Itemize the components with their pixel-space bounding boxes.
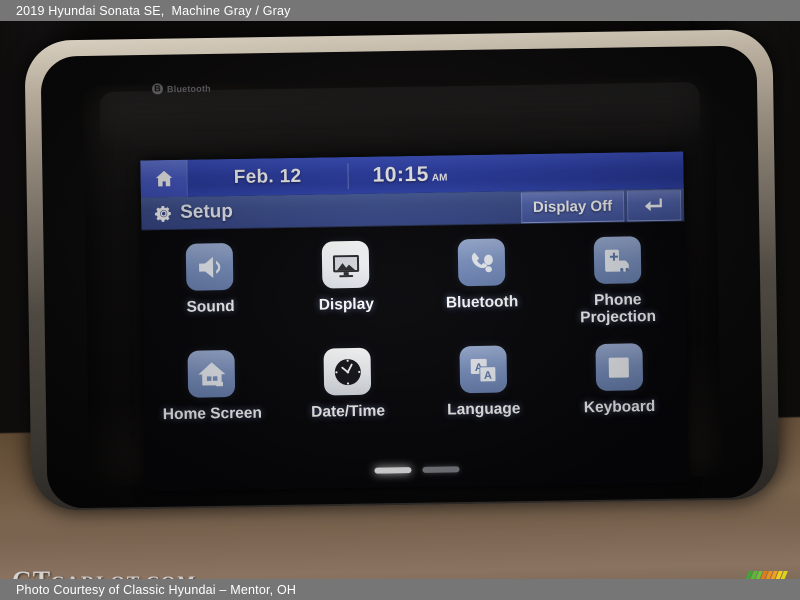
svg-text:A: A (484, 369, 492, 381)
brand-logo-mark (741, 571, 788, 579)
page-indicator[interactable] (145, 462, 688, 477)
phone-handset-icon (457, 238, 506, 287)
menu-item-home-screen[interactable]: Home Screen (143, 349, 280, 423)
back-arrow-icon (642, 195, 666, 215)
bluetooth-badge: B Bluetooth (151, 83, 211, 95)
menu-row-2: Home Screen Date/Time A A Language Keybo… (143, 342, 687, 423)
menu-row-1: Sound Display Bluetooth Phone Projection (142, 236, 686, 334)
setup-menu-grid: Sound Display Bluetooth Phone Projection… (141, 221, 689, 492)
home-icon (153, 168, 174, 189)
photo-credit: Photo Courtesy of Classic Hyundai – Ment… (16, 582, 297, 597)
menu-item-language[interactable]: A A Language (415, 345, 552, 419)
monitor-picture-icon (321, 240, 370, 289)
language-cards-icon: A A (459, 345, 508, 394)
caption-bar-bottom: Photo Courtesy of Classic Hyundai – Ment… (0, 579, 800, 600)
house-icon (187, 349, 236, 398)
caption-bar-top: 2019 Hyundai Sonata SE, Machine Gray / Gr… (0, 0, 800, 21)
vehicle-photo: B Bluetooth Feb. 12 10:15 AM Setup Displ… (0, 21, 800, 579)
menu-item-display[interactable]: Display (277, 240, 414, 331)
menu-item-phone-projection[interactable]: Phone Projection (549, 236, 686, 327)
menu-item-bluetooth[interactable]: Bluetooth (413, 238, 550, 329)
status-time-meridiem: AM (431, 171, 448, 184)
page-title: Setup (179, 200, 234, 223)
status-time-value: 10:15 (372, 162, 429, 187)
menu-label: Home Screen (162, 404, 263, 424)
home-button[interactable] (140, 159, 188, 198)
speaker-icon (186, 242, 234, 291)
bluetooth-icon: B (151, 83, 164, 95)
phone-car-icon (593, 236, 642, 285)
menu-label: Display (318, 295, 375, 314)
watermark-gt: GT (12, 566, 51, 579)
keyboard-square-icon (595, 343, 643, 392)
menu-label: Keyboard (583, 398, 656, 417)
vehicle-title: 2019 Hyundai Sonata SE, (16, 3, 165, 18)
back-button[interactable] (626, 189, 682, 221)
status-time: 10:15 AM (348, 162, 447, 188)
infotainment-screen[interactable]: Feb. 12 10:15 AM Setup Display Off Sound… (140, 151, 689, 492)
status-date: Feb. 12 (233, 165, 302, 188)
vehicle-trim-colors: Machine Gray / Gray (171, 3, 291, 18)
page-dot-active[interactable] (374, 467, 412, 474)
page-dot[interactable] (422, 466, 460, 473)
menu-item-date-time[interactable]: Date/Time (279, 347, 416, 421)
menu-label: Sound (186, 297, 235, 316)
screenshot-root: 2019 Hyundai Sonata SE, Machine Gray / Gr… (0, 0, 800, 600)
gear-icon (154, 203, 173, 222)
clock-icon (323, 347, 372, 396)
title-bar-actions: Display Off (520, 188, 685, 224)
display-off-button[interactable]: Display Off (520, 190, 625, 223)
menu-label: Bluetooth (445, 293, 519, 312)
menu-item-sound[interactable]: Sound (142, 242, 279, 333)
menu-label: Language (447, 400, 521, 419)
menu-label: Phone Projection (580, 291, 657, 327)
vehicle-caption: 2019 Hyundai Sonata SE, Machine Gray / Gr… (16, 4, 291, 18)
menu-label: Date/Time (311, 402, 386, 421)
site-watermark: GT CARLOT.COM (12, 566, 197, 579)
menu-item-keyboard[interactable]: Keyboard (551, 342, 688, 416)
bluetooth-badge-label: Bluetooth (166, 83, 211, 94)
